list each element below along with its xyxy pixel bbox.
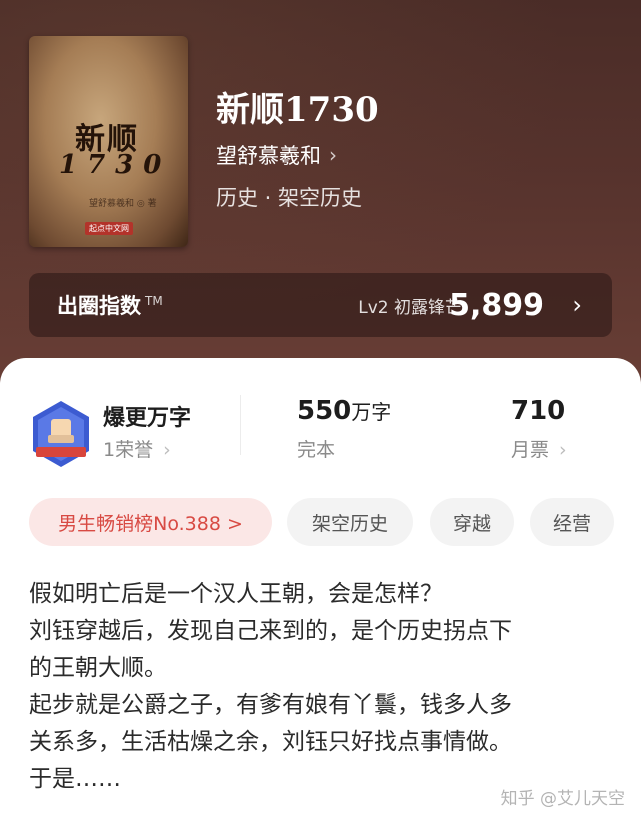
- monthly-votes-count: 710: [511, 396, 566, 426]
- author-name: 望舒慕羲和: [216, 144, 321, 168]
- cover-publisher-logo: 起点中文网: [85, 222, 133, 235]
- index-value: 5,899: [449, 287, 544, 323]
- watermark: 知乎 @艾儿天空: [500, 789, 625, 809]
- book-description: 假如明亡后是一个汉人王朝，会是怎样？ 刘钰穿越后，发现自己来到的，是个历史拐点下…: [29, 576, 609, 798]
- tag-alternate-history[interactable]: 架空历史: [287, 498, 413, 546]
- index-level: Lv2 初露锋芒: [358, 297, 462, 318]
- completion-status: 完本: [297, 439, 336, 461]
- book-cover[interactable]: 新顺 1730 望舒慕羲和 ◎ 著 起点中文网: [29, 36, 188, 247]
- cover-author: 望舒慕羲和 ◎ 著: [89, 199, 157, 209]
- tag-management[interactable]: 经营: [530, 498, 614, 546]
- description-line: 的王朝大顺。: [29, 655, 167, 681]
- honor-badge-icon: [33, 401, 89, 467]
- cover-year: 1730: [59, 150, 172, 180]
- popularity-index-bar[interactable]: 出圈指数 TM Lv2 初露锋芒 5,899 ›: [29, 273, 612, 337]
- divider: [240, 395, 241, 455]
- description-line: 关系多，生活枯燥之余，刘钰只好找点事情做。: [29, 729, 512, 755]
- chevron-right-icon: ›: [559, 439, 567, 461]
- description-line: 假如明亡后是一个汉人王朝，会是怎样？: [29, 581, 443, 607]
- book-genre: 历史 · 架空历史: [216, 186, 363, 210]
- description-line: 刘钰穿越后，发现自己来到的，是个历史拐点下: [29, 618, 512, 644]
- honor-count-link[interactable]: 1荣誉 ›: [103, 435, 171, 462]
- index-label: 出圈指数 TM: [57, 294, 163, 318]
- chevron-right-icon: ›: [329, 143, 337, 167]
- description-line: 起步就是公爵之子，有爹有娘有丫鬟，钱多人多: [29, 692, 512, 718]
- monthly-votes-link[interactable]: 月票 ›: [511, 435, 567, 462]
- trademark-mark: TM: [145, 294, 163, 308]
- badge-title: 爆更万字: [103, 406, 192, 431]
- rank-tag[interactable]: 男生畅销榜No.388 >: [29, 498, 272, 546]
- book-title: 新顺1730: [216, 90, 379, 130]
- word-count: 550万字: [297, 396, 392, 426]
- chevron-right-icon: ›: [163, 439, 171, 461]
- detail-sheet: 爆更万字 1荣誉 › 550万字 完本 710 月票 › 男生畅销榜No.388 >…: [0, 358, 641, 827]
- author-link[interactable]: 望舒慕羲和 ›: [216, 140, 337, 170]
- chevron-right-icon: ›: [572, 291, 582, 319]
- tag-time-travel[interactable]: 穿越: [430, 498, 514, 546]
